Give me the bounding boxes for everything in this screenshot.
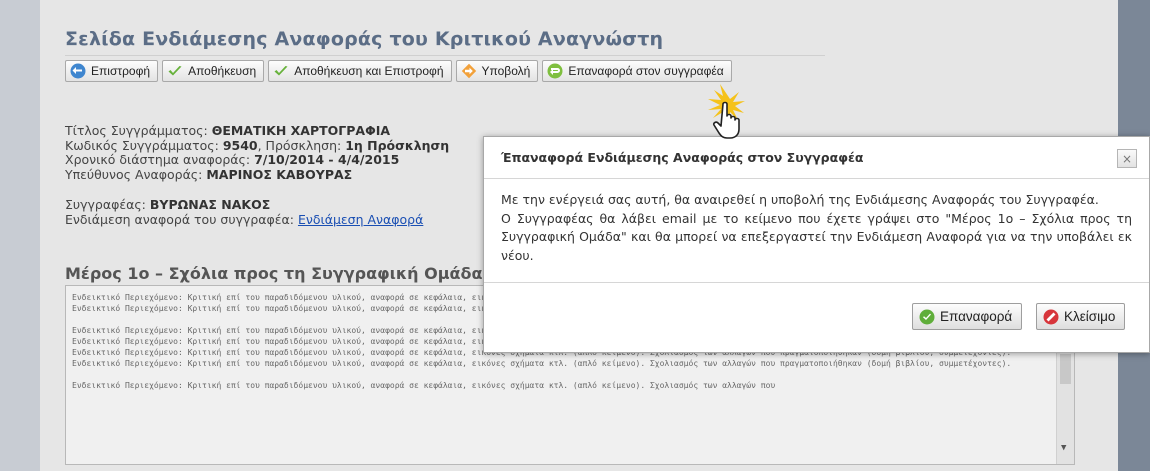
- book-code-label: Κωδικός Συγγράμματος:: [65, 137, 223, 153]
- interim-report-link[interactable]: Ενδιάμεση Αναφορά: [298, 212, 423, 227]
- book-code-value: 9540: [222, 137, 258, 153]
- author-row: Συγγραφέας: ΒΥΡΩΝΑΣ ΝΑΚΟΣ: [65, 197, 449, 213]
- cancel-icon: [1043, 309, 1059, 324]
- book-title-label: Τίτλος Συγγράμματος:: [65, 123, 212, 138]
- call-value: 1η Πρόσκληση: [345, 137, 450, 153]
- back-arrow-icon: [70, 63, 86, 79]
- editor-paragraph: Ενδεικτικό Περιεχόμενο: Κριτική επί του …: [72, 381, 776, 390]
- forward-arrow-icon: [461, 63, 476, 79]
- book-title-row: Τίτλος Συγγράμματος: ΘΕΜΑΤΙΚΗ ΧΑΡΤΟΓΡΑΦΙ…: [65, 123, 449, 139]
- save-and-return-button[interactable]: Αποθήκευση και Επιστροφή: [268, 60, 452, 82]
- restore-button-label: Επαναφορά: [940, 309, 1013, 324]
- checkmark-icon: [168, 66, 182, 76]
- responsible-value: ΜΑΡΙΝΟΣ ΚΑΒΟΥΡΑΣ: [206, 166, 353, 182]
- section-title: Μέρος 1ο – Σχόλια προς τη Συγγραφική Ομά…: [65, 264, 496, 283]
- author-value: ΒΥΡΩΝΑΣ ΝΑΚΟΣ: [149, 197, 271, 212]
- report-row: Ενδιάμεση αναφορά του συγγραφέα: Ενδιάμε…: [65, 211, 449, 228]
- dialog-header: Έπαναφορά Ενδιάμεσης Αναφοράς στον Συγγρ…: [484, 137, 1149, 179]
- responsible-label: Υπεύθυνος Αναφοράς:: [65, 166, 207, 182]
- book-title-value: ΘΕΜΑΤΙΚΗ ΧΑΡΤΟΓΡΑΦΙΑ: [211, 123, 391, 138]
- dialog-message-1: Με την ενέργειά σας αυτή, θα αναιρεθεί η…: [501, 192, 1099, 207]
- dialog-footer: Επαναφορά Κλείσιμο: [484, 282, 1149, 352]
- period-label: Χρονικό διάστημα αναφοράς:: [65, 152, 255, 167]
- save-and-return-button-label: Αποθήκευση και Επιστροφή: [294, 64, 444, 78]
- return-to-author-button[interactable]: Επαναφορά στον συγγραφέα: [542, 60, 732, 82]
- dialog-message-2: Ο Συγγραφέας θα λάβει email με το κείμεν…: [501, 210, 1132, 263]
- period-row: Χρονικό διάστημα αναφοράς: 7/10/2014 - 4…: [65, 152, 449, 168]
- check-circle-icon: [919, 309, 935, 324]
- book-code-row: Κωδικός Συγγράμματος: 9540, Πρόσκληση: 1…: [65, 137, 450, 154]
- scrollbar-thumb[interactable]: [1060, 354, 1071, 384]
- reset-report-dialog: Έπαναφορά Ενδιάμεσης Αναφοράς στον Συγγρ…: [483, 136, 1150, 353]
- report-label: Ενδιάμεση αναφορά του συγγραφέα:: [65, 211, 298, 227]
- author-label: Συγγραφέας:: [65, 197, 150, 212]
- scroll-down-icon[interactable]: ▼: [1061, 443, 1066, 454]
- return-arrow-icon: [547, 63, 563, 79]
- restore-button[interactable]: Επαναφορά: [912, 303, 1023, 330]
- toolbar: Επιστροφή Αποθήκευση Αποθήκευση και Επισ…: [65, 60, 732, 82]
- dialog-title: Έπαναφορά Ενδιάμεσης Αναφοράς στον Συγγρ…: [501, 150, 864, 165]
- dialog-body: Με την ενέργειά σας αυτή, θα αναιρεθεί η…: [484, 179, 1149, 265]
- page-title: Σελίδα Ενδιάμεσης Αναφοράς του Κριτικού …: [65, 28, 664, 50]
- submit-button-label: Υποβολή: [481, 64, 531, 78]
- save-button[interactable]: Αποθήκευση: [162, 60, 265, 82]
- submit-button[interactable]: Υποβολή: [455, 60, 539, 82]
- back-button[interactable]: Επιστροφή: [65, 60, 159, 82]
- hand-cursor-icon: [708, 84, 745, 139]
- period-value: 7/10/2014 - 4/4/2015: [254, 152, 400, 167]
- dialog-close-icon[interactable]: ×: [1117, 149, 1137, 168]
- close-dialog-button[interactable]: Κλείσιμο: [1036, 303, 1126, 330]
- return-to-author-button-label: Επαναφορά στον συγγραφέα: [568, 64, 724, 78]
- left-backdrop: [0, 0, 40, 471]
- title-divider: [65, 55, 825, 56]
- call-label: , Πρόσκληση:: [257, 137, 346, 153]
- save-button-label: Αποθήκευση: [188, 64, 257, 78]
- back-button-label: Επιστροφή: [91, 64, 151, 78]
- responsible-row: Υπεύθυνος Αναφοράς: ΜΑΡΙΝΟΣ ΚΑΒΟΥΡΑΣ: [65, 166, 449, 183]
- checkmark-icon: [274, 66, 288, 76]
- close-dialog-button-label: Κλείσιμο: [1064, 309, 1116, 324]
- book-info: Τίτλος Συγγράμματος: ΘΕΜΑΤΙΚΗ ΧΑΡΤΟΓΡΑΦΙ…: [65, 123, 450, 228]
